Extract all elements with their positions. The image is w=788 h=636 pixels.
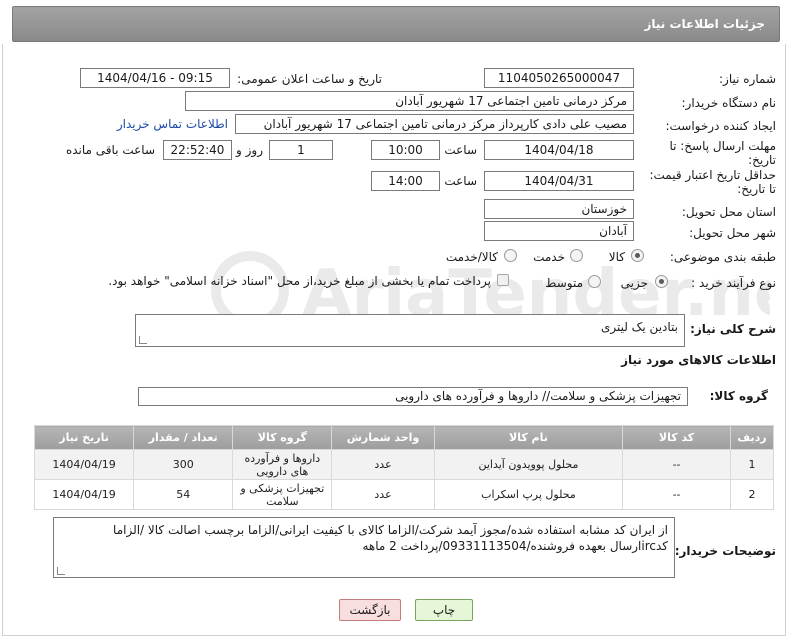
price-validity-label-line1: حداقل تاریخ اعتبار قیمت: bbox=[649, 168, 776, 182]
table-header-row: ردیف کد کالا نام کالا واحد شمارش گروه کا… bbox=[33, 425, 775, 450]
goods-group-label: گروه کالا: bbox=[709, 389, 768, 403]
category-label: طبقه بندی موضوعی: bbox=[669, 250, 776, 264]
requester-field[interactable]: مصیب علی دادی کارپرداز مرکز درمانی تامین… bbox=[235, 114, 634, 134]
items-section-title: اطلاعات کالاهای مورد نیاز bbox=[621, 353, 776, 367]
summary-label: شرح کلی نیاز: bbox=[690, 322, 776, 336]
cell-item-group: تجهیزات پزشکی و سلامت bbox=[232, 479, 333, 510]
page-header: جزئیات اطلاعات نیاز bbox=[12, 6, 780, 42]
announce-datetime-field[interactable]: 1404/04/16 - 09:15 bbox=[80, 68, 230, 88]
cell-row-number: 1 bbox=[729, 449, 775, 480]
city-label: شهر محل تحویل: bbox=[689, 226, 776, 240]
category-radio-goods-service[interactable] bbox=[504, 249, 517, 262]
buyer-contact-link[interactable]: اطلاعات تماس خریدار bbox=[117, 117, 228, 131]
summary-textarea[interactable]: بتادین یک لیتری bbox=[135, 314, 685, 347]
page-title: جزئیات اطلاعات نیاز bbox=[644, 17, 765, 31]
need-number-label: شماره نیاز: bbox=[719, 72, 776, 86]
table-row[interactable]: 2 -- محلول پرپ اسکراب عدد تجهیزات پزشکی … bbox=[33, 479, 775, 510]
back-button[interactable]: بازگشت bbox=[339, 599, 401, 621]
category-option-goods-service: کالا/خدمت bbox=[445, 250, 498, 264]
remaining-time-label: ساعت باقی مانده bbox=[65, 143, 155, 157]
cell-item-name: محلول پوویدون آیداین bbox=[433, 449, 624, 480]
buyer-org-label: نام دستگاه خریدار: bbox=[681, 96, 777, 110]
category-radio-service[interactable] bbox=[570, 249, 583, 262]
cell-unit: عدد bbox=[331, 479, 435, 510]
city-field[interactable]: آبادان bbox=[484, 221, 634, 241]
column-header-item-group: گروه کالا bbox=[232, 425, 333, 450]
summary-text: بتادین یک لیتری bbox=[600, 320, 678, 334]
cell-unit: عدد bbox=[331, 449, 435, 480]
deadline-label-line1: مهلت ارسال پاسخ: تا bbox=[669, 139, 776, 153]
table-row[interactable]: 1 -- محلول پوویدون آیداین عدد داروها و ف… bbox=[33, 449, 775, 480]
purchase-type-label: نوع فرآیند خرید : bbox=[691, 276, 776, 290]
items-table: ردیف کد کالا نام کالا واحد شمارش گروه کا… bbox=[33, 425, 775, 510]
buyer-notes-textarea[interactable]: از ایران کد مشابه استفاده شده/مجوز آیمد … bbox=[53, 517, 675, 578]
resize-grip-icon[interactable] bbox=[139, 336, 147, 344]
cell-quantity: 54 bbox=[133, 479, 234, 510]
price-validity-time-field[interactable]: 14:00 bbox=[371, 171, 440, 191]
purchase-type-radio-medium[interactable] bbox=[588, 275, 601, 288]
goods-group-field[interactable]: تجهیزات پزشکی و سلامت// داروها و فرآورده… bbox=[138, 387, 688, 406]
cell-quantity: 300 bbox=[133, 449, 234, 480]
category-option-service: خدمت bbox=[533, 250, 565, 264]
treasury-payment-note: پرداخت تمام یا بخشی از مبلغ خرید،از محل … bbox=[108, 274, 491, 288]
deadline-time-label: ساعت bbox=[444, 143, 477, 157]
price-validity-label-line2: تا تاریخ: bbox=[737, 182, 776, 196]
cell-need-date: 1404/04/19 bbox=[33, 449, 135, 480]
deadline-days-label: روز و bbox=[236, 143, 263, 157]
column-header-need-date: تاریخ نیاز bbox=[33, 425, 135, 450]
need-number-field[interactable]: 1104050265000047 bbox=[484, 68, 634, 88]
cell-item-code: -- bbox=[622, 479, 731, 510]
province-field[interactable]: خوزستان bbox=[484, 199, 634, 219]
deadline-label-line2: تاریخ: bbox=[748, 153, 776, 167]
print-button[interactable]: چاپ bbox=[415, 599, 473, 621]
column-header-unit: واحد شمارش bbox=[331, 425, 435, 450]
requester-label: ایجاد کننده درخواست: bbox=[665, 119, 776, 133]
cell-item-code: -- bbox=[622, 449, 731, 480]
deadline-days-field[interactable]: 1 bbox=[269, 140, 333, 160]
category-option-goods: کالا bbox=[608, 250, 625, 264]
column-header-row-number: ردیف bbox=[729, 425, 775, 450]
column-header-item-code: کد کالا bbox=[622, 425, 731, 450]
price-validity-time-label: ساعت bbox=[444, 174, 477, 188]
column-header-quantity: تعداد / مقدار bbox=[133, 425, 234, 450]
cell-item-group: داروها و فرآورده های دارویی bbox=[232, 449, 333, 480]
treasury-payment-checkbox[interactable] bbox=[497, 274, 509, 286]
price-validity-date-field[interactable]: 1404/04/31 bbox=[484, 171, 634, 191]
cell-need-date: 1404/04/19 bbox=[33, 479, 135, 510]
buyer-notes-label: توضیحات خریدار: bbox=[674, 544, 776, 558]
deadline-time-field[interactable]: 10:00 bbox=[371, 140, 440, 160]
buyer-notes-text: از ایران کد مشابه استفاده شده/مجوز آیمد … bbox=[113, 523, 668, 553]
column-header-item-name: نام کالا bbox=[433, 425, 624, 450]
deadline-date-field[interactable]: 1404/04/18 bbox=[484, 140, 634, 160]
announce-datetime-label: تاریخ و ساعت اعلان عمومی: bbox=[237, 72, 382, 86]
purchase-type-option-medium: متوسط bbox=[545, 276, 583, 290]
purchase-type-radio-minor[interactable] bbox=[655, 275, 668, 288]
resize-grip-icon[interactable] bbox=[57, 567, 65, 575]
buyer-org-field[interactable]: مرکز درمانی تامین اجتماعی 17 شهریور آباد… bbox=[185, 91, 634, 111]
remaining-time-field[interactable]: 22:52:40 bbox=[163, 140, 232, 160]
purchase-type-option-minor: جزیی bbox=[620, 276, 648, 290]
cell-row-number: 2 bbox=[729, 479, 775, 510]
category-radio-goods[interactable] bbox=[631, 249, 644, 262]
province-label: استان محل تحویل: bbox=[681, 205, 776, 219]
cell-item-name: محلول پرپ اسکراب bbox=[433, 479, 624, 510]
